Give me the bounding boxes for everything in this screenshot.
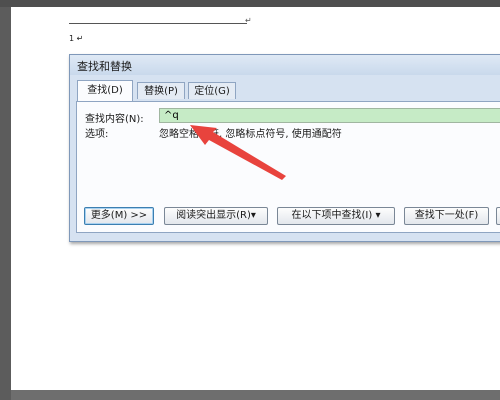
paragraph-mark: ↵: [245, 16, 252, 25]
footnote-number: 1: [69, 34, 75, 43]
more-button[interactable]: 更多(M) >>: [84, 207, 154, 225]
cancel-button-partial[interactable]: [496, 207, 500, 225]
window-edge: [0, 0, 11, 400]
paragraph-mark-2: ↵: [76, 34, 84, 43]
top-ribbon-strip: [0, 0, 500, 7]
annotation-arrow-icon: [190, 125, 286, 180]
footnote-line: 1 ↵: [69, 34, 83, 43]
tab-goto[interactable]: 定位(G): [188, 82, 236, 99]
tab-find[interactable]: 查找(D): [77, 80, 133, 101]
find-in-button[interactable]: 在以下项中查找(I) ▾: [277, 207, 395, 225]
options-label: 选项:: [85, 129, 109, 140]
dialog-title: 查找和替换: [77, 60, 132, 73]
dialog-titlebar[interactable]: 查找和替换: [70, 55, 500, 75]
footnote-separator: [69, 23, 247, 24]
tab-replace[interactable]: 替换(P): [137, 82, 185, 99]
reading-highlight-button[interactable]: 阅读突出显示(R)▾: [164, 207, 268, 225]
find-next-button[interactable]: 查找下一处(F): [404, 207, 489, 225]
find-what-label: 查找内容(N):: [85, 114, 144, 125]
